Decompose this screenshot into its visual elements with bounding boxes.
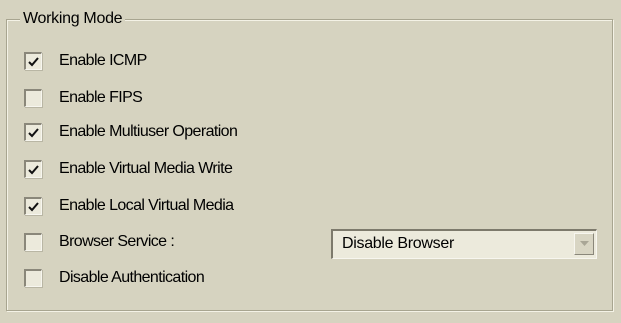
- option-disable-authentication[interactable]: Disable Authentication: [24, 267, 205, 289]
- browser-service-selected-value: Disable Browser: [342, 235, 454, 252]
- browser-service-select[interactable]: Disable Browser: [331, 229, 597, 259]
- checkmark-icon: [28, 164, 39, 175]
- enable-multiuser-checkbox[interactable]: [24, 123, 42, 141]
- option-enable-virtual-media-write[interactable]: Enable Virtual Media Write: [24, 158, 233, 180]
- browser-service-checkbox[interactable]: [24, 233, 42, 251]
- enable-virtual-media-write-label: Enable Virtual Media Write: [59, 160, 233, 177]
- enable-local-virtual-media-label: Enable Local Virtual Media: [59, 197, 234, 214]
- enable-multiuser-label: Enable Multiuser Operation: [59, 123, 238, 140]
- enable-fips-checkbox[interactable]: [24, 89, 42, 107]
- chevron-down-icon: [579, 241, 589, 247]
- option-enable-fips[interactable]: Enable FIPS: [24, 87, 143, 109]
- enable-fips-label: Enable FIPS: [59, 89, 143, 106]
- disable-authentication-checkbox[interactable]: [24, 269, 42, 287]
- enable-virtual-media-write-checkbox[interactable]: [24, 160, 42, 178]
- checkmark-icon: [28, 56, 39, 67]
- checkmark-icon: [28, 127, 39, 138]
- dropdown-button[interactable]: [574, 233, 594, 255]
- enable-local-virtual-media-checkbox[interactable]: [24, 197, 42, 215]
- enable-icmp-label: Enable ICMP: [59, 52, 147, 69]
- group-title: Working Mode: [20, 8, 126, 30]
- option-browser-service[interactable]: Browser Service :: [24, 231, 175, 253]
- disable-authentication-label: Disable Authentication: [59, 269, 205, 286]
- working-mode-panel: Working Mode Enable ICMP Enable FIPS Ena…: [0, 0, 621, 323]
- option-enable-local-virtual-media[interactable]: Enable Local Virtual Media: [24, 195, 234, 217]
- option-enable-icmp[interactable]: Enable ICMP: [24, 50, 147, 72]
- browser-service-label: Browser Service :: [59, 233, 175, 250]
- option-enable-multiuser[interactable]: Enable Multiuser Operation: [24, 121, 238, 143]
- enable-icmp-checkbox[interactable]: [24, 52, 42, 70]
- checkmark-icon: [28, 201, 39, 212]
